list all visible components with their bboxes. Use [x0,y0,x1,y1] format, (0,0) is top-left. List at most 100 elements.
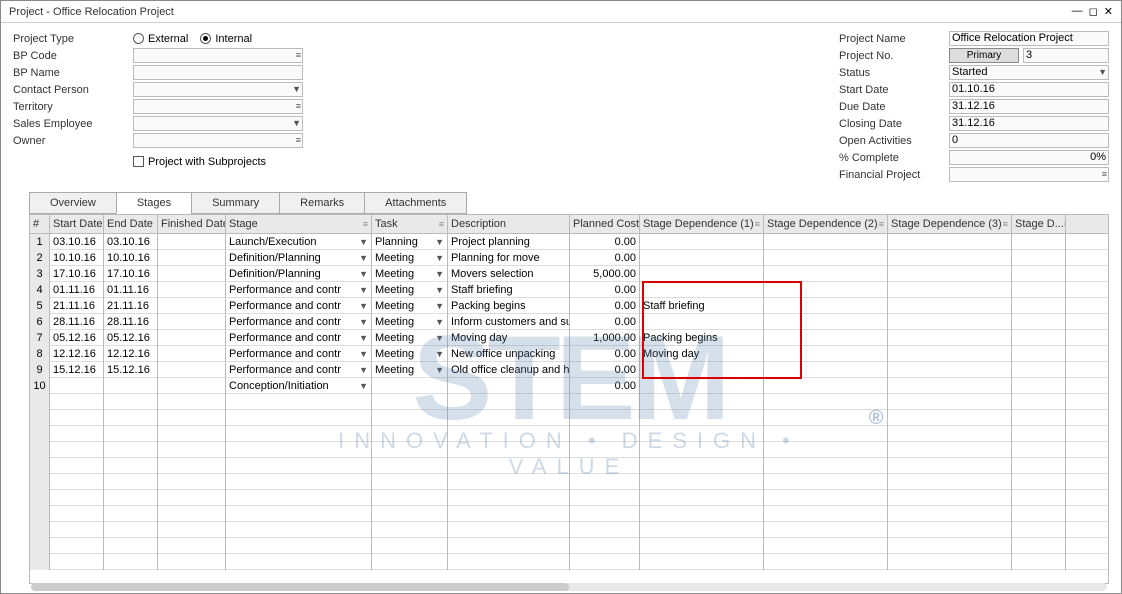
cell-stage[interactable]: Performance and contr▼ [226,298,372,314]
table-row[interactable]: 812.12.1612.12.16Performance and contr▼M… [30,346,1108,362]
cell-dep1[interactable] [640,282,764,298]
chevron-down-icon[interactable]: ▼ [435,253,444,263]
cell-dep3[interactable] [888,266,1012,282]
table-row[interactable]: 103.10.1603.10.16Launch/Execution▼Planni… [30,234,1108,250]
cell-dep1[interactable] [640,234,764,250]
horizontal-scrollbar[interactable] [31,583,1107,591]
cell-end-date[interactable]: 28.11.16 [104,314,158,330]
menu-icon[interactable]: ≡ [755,219,760,229]
col-dep3[interactable]: Stage Dependence (3)≡ [888,215,1012,233]
cell-task[interactable]: Planning▼ [372,234,448,250]
owner-input[interactable]: ≡ [133,133,303,148]
cell-end-date[interactable]: 01.11.16 [104,282,158,298]
cell-dep2[interactable] [764,234,888,250]
cell-task[interactable] [372,378,448,394]
cell-dep1[interactable]: Packing begins [640,330,764,346]
territory-input[interactable]: ≡ [133,99,303,114]
cell-start-date[interactable]: 01.11.16 [50,282,104,298]
col-end-date[interactable]: End Date [104,215,158,233]
chevron-down-icon[interactable]: ▼ [359,333,368,343]
closing-date-input[interactable]: 31.12.16 [949,116,1109,131]
cell-description[interactable]: Old office cleanup and han [448,362,570,378]
cell-finished-date[interactable] [158,314,226,330]
cell-finished-date[interactable] [158,266,226,282]
cell-stage[interactable]: Performance and contr▼ [226,346,372,362]
chevron-down-icon[interactable]: ▼ [435,317,444,327]
tab-stages[interactable]: Stages [116,192,192,214]
chevron-down-icon[interactable]: ▼ [435,333,444,343]
maximize-icon[interactable]: ◻ [1089,5,1098,18]
cell-start-date[interactable]: 28.11.16 [50,314,104,330]
cell-end-date[interactable]: 15.12.16 [104,362,158,378]
cell-dep4[interactable] [1012,282,1066,298]
cell-dep2[interactable] [764,330,888,346]
cell-description[interactable]: Planning for move [448,250,570,266]
cell-dep2[interactable] [764,362,888,378]
cell-stage[interactable]: Performance and contr▼ [226,330,372,346]
tab-summary[interactable]: Summary [191,192,280,214]
cell-task[interactable]: Meeting▼ [372,282,448,298]
menu-icon[interactable]: ≡ [1003,219,1008,229]
menu-icon[interactable]: ≡ [879,219,884,229]
table-row[interactable]: 521.11.1621.11.16Performance and contr▼M… [30,298,1108,314]
proj-no-input[interactable]: 3 [1023,48,1109,63]
chevron-down-icon[interactable]: ▼ [359,365,368,375]
cell-start-date[interactable] [50,378,104,394]
cell-dep2[interactable] [764,282,888,298]
cell-planned-cost[interactable]: 0.00 [570,314,640,330]
status-input[interactable]: Started▼ [949,65,1109,80]
cell-task[interactable]: Meeting▼ [372,330,448,346]
cell-dep3[interactable] [888,362,1012,378]
table-row[interactable]: 705.12.1605.12.16Performance and contr▼M… [30,330,1108,346]
cell-finished-date[interactable] [158,330,226,346]
cell-dep4[interactable] [1012,330,1066,346]
cell-dep4[interactable] [1012,266,1066,282]
chevron-down-icon[interactable]: ▼ [435,237,444,247]
chevron-down-icon[interactable]: ▼ [359,381,368,391]
bp-name-input[interactable] [133,65,303,80]
tab-remarks[interactable]: Remarks [279,192,365,214]
chevron-down-icon[interactable]: ▼ [359,349,368,359]
cell-dep3[interactable] [888,346,1012,362]
cell-description[interactable]: Packing begins [448,298,570,314]
cell-dep3[interactable] [888,250,1012,266]
cell-dep4[interactable] [1012,362,1066,378]
col-dep2[interactable]: Stage Dependence (2)≡ [764,215,888,233]
table-row[interactable]: 628.11.1628.11.16Performance and contr▼M… [30,314,1108,330]
cell-dep3[interactable] [888,298,1012,314]
proj-name-input[interactable]: Office Relocation Project [949,31,1109,46]
cell-stage[interactable]: Definition/Planning▼ [226,266,372,282]
cell-planned-cost[interactable]: 0.00 [570,362,640,378]
tab-overview[interactable]: Overview [29,192,117,214]
cell-stage[interactable]: Performance and contr▼ [226,314,372,330]
cell-planned-cost[interactable]: 0.00 [570,282,640,298]
cell-stage[interactable]: Performance and contr▼ [226,282,372,298]
cell-task[interactable]: Meeting▼ [372,314,448,330]
col-planned-cost[interactable]: Planned Cost [570,215,640,233]
chevron-down-icon[interactable]: ▼ [435,269,444,279]
cell-description[interactable]: Project planning [448,234,570,250]
cell-task[interactable]: Meeting▼ [372,298,448,314]
chevron-down-icon[interactable]: ▼ [359,269,368,279]
cell-dep4[interactable] [1012,378,1066,394]
cell-dep1[interactable] [640,314,764,330]
cell-planned-cost[interactable]: 5,000.00 [570,266,640,282]
cell-dep4[interactable] [1012,314,1066,330]
chevron-down-icon[interactable]: ▼ [435,285,444,295]
col-finished-date[interactable]: Finished Date [158,215,226,233]
col-rownum[interactable]: # [30,215,50,233]
cell-dep2[interactable] [764,378,888,394]
menu-icon[interactable]: ≡ [439,219,444,229]
cell-stage[interactable]: Launch/Execution▼ [226,234,372,250]
cell-dep4[interactable] [1012,298,1066,314]
cell-start-date[interactable]: 10.10.16 [50,250,104,266]
cell-finished-date[interactable] [158,282,226,298]
cell-dep2[interactable] [764,298,888,314]
chevron-down-icon[interactable]: ▼ [359,285,368,295]
col-dep4[interactable]: Stage D...≡ [1012,215,1066,233]
cell-dep2[interactable] [764,314,888,330]
chevron-down-icon[interactable]: ▼ [359,253,368,263]
col-task[interactable]: Task≡ [372,215,448,233]
cell-finished-date[interactable] [158,234,226,250]
cell-task[interactable]: Meeting▼ [372,266,448,282]
